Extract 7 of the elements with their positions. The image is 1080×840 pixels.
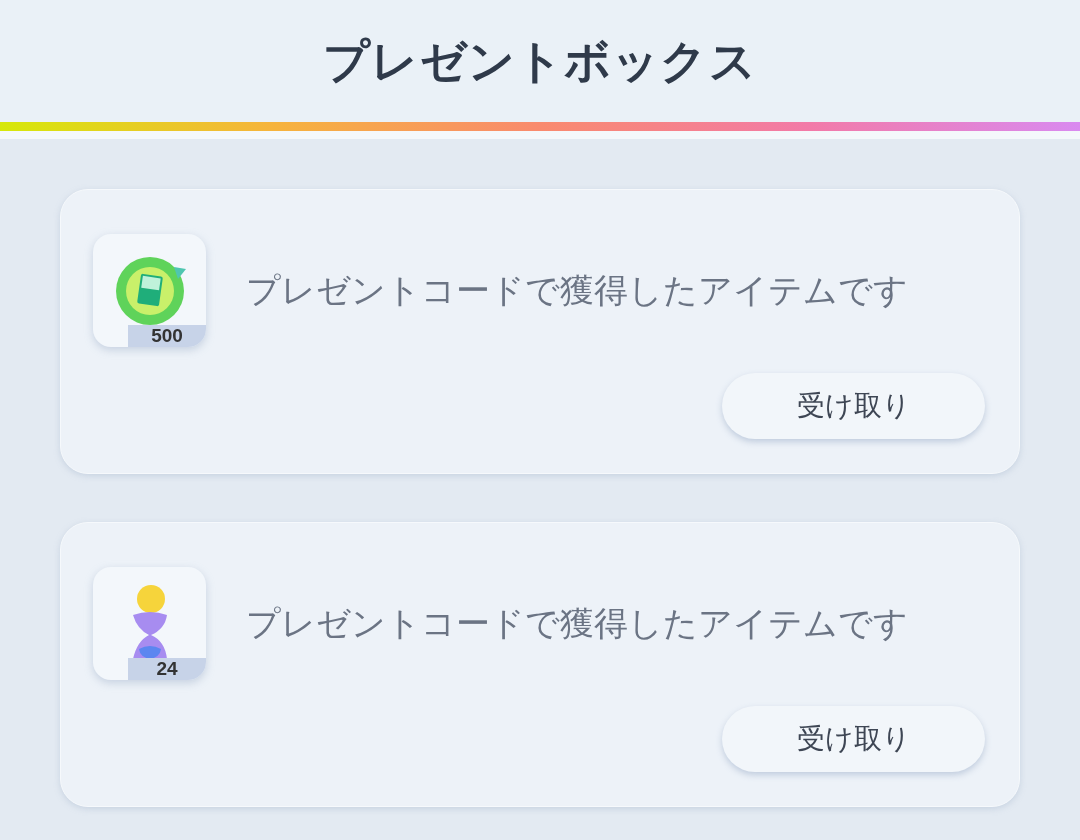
receive-button[interactable]: 受け取り [722,706,985,772]
item-count: 24 [128,658,206,680]
item-count: 500 [128,325,206,347]
gift-message: プレゼントコードで獲得したアイテムです [246,269,908,312]
receive-button[interactable]: 受け取り [722,373,985,439]
gift-message: プレゼントコードで獲得したアイテムです [246,602,908,645]
page-title: プレゼントボックス [323,32,757,90]
